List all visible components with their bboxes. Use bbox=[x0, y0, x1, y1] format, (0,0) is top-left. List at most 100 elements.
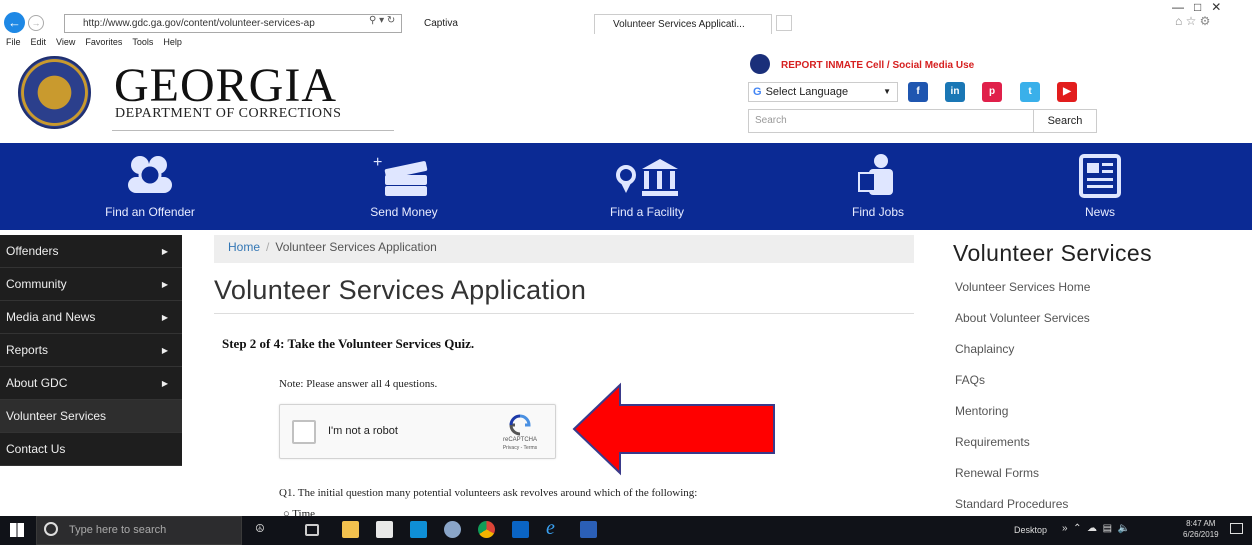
linkedin-icon[interactable]: in bbox=[945, 82, 965, 102]
clock-time: 8:47 AM bbox=[1186, 519, 1216, 528]
nav-label: Find a Facility bbox=[609, 205, 685, 219]
system-tray-icons[interactable]: » ⌃ ☁ ▤ 🔈 bbox=[1062, 523, 1130, 534]
address-search-icon[interactable]: ⚲ ▾ ↻ bbox=[369, 15, 395, 26]
outlook-icon[interactable] bbox=[512, 521, 529, 538]
captcha-checkbox[interactable] bbox=[292, 420, 316, 444]
twitter-icon[interactable]: t bbox=[1020, 82, 1040, 102]
right-link-chaplaincy[interactable]: Chaplaincy bbox=[955, 342, 1014, 356]
right-link-renewal[interactable]: Renewal Forms bbox=[955, 466, 1039, 480]
money-icon: + bbox=[373, 154, 428, 196]
menu-favorites[interactable]: Favorites bbox=[85, 37, 122, 47]
sidebar-item-community[interactable]: Community ▶ bbox=[0, 268, 182, 301]
breadcrumb-home[interactable]: Home bbox=[228, 240, 260, 254]
word-icon[interactable] bbox=[580, 521, 597, 538]
captcha-label: I'm not a robot bbox=[328, 425, 398, 437]
right-link-home[interactable]: Volunteer Services Home bbox=[955, 280, 1090, 294]
notification-icon[interactable] bbox=[1230, 523, 1243, 534]
right-link-mentoring[interactable]: Mentoring bbox=[955, 404, 1008, 418]
nav-send-money[interactable]: + Send Money bbox=[314, 143, 494, 230]
people-search-icon bbox=[128, 156, 172, 193]
menu-help[interactable]: Help bbox=[163, 37, 182, 47]
right-link-procedures[interactable]: Standard Procedures bbox=[955, 497, 1068, 511]
sidebar-label: Offenders bbox=[6, 244, 59, 258]
breadcrumb: Home / Volunteer Services Application bbox=[214, 235, 914, 263]
sidebar-item-about[interactable]: About GDC ▶ bbox=[0, 367, 182, 400]
tab-captiva[interactable]: Captiva bbox=[406, 14, 576, 34]
sidebar-item-contact[interactable]: Contact Us bbox=[0, 433, 182, 466]
caret-right-icon: ▶ bbox=[161, 280, 168, 289]
clock[interactable]: 8:47 AM 6/26/2019 bbox=[1183, 518, 1219, 540]
report-inmate-link[interactable]: REPORT INMATE Cell / Social Media Use bbox=[781, 58, 974, 74]
report-icon bbox=[750, 54, 770, 74]
language-label: Select Language bbox=[765, 86, 849, 98]
caret-right-icon: ▶ bbox=[161, 379, 168, 388]
pinterest-icon[interactable]: p bbox=[982, 82, 1002, 102]
microphone-icon[interactable]: ☮ bbox=[255, 522, 265, 535]
right-link-about[interactable]: About Volunteer Services bbox=[955, 311, 1090, 325]
facility-icon bbox=[616, 159, 678, 196]
sidebar-label: Volunteer Services bbox=[6, 409, 107, 423]
right-link-requirements[interactable]: Requirements bbox=[955, 435, 1030, 449]
nav-find-offender[interactable]: Find an Offender bbox=[60, 143, 240, 230]
windows-start-icon[interactable] bbox=[10, 523, 24, 537]
sidebar-item-offenders[interactable]: Offenders ▶ bbox=[0, 235, 182, 268]
menu-view[interactable]: View bbox=[56, 37, 75, 47]
store-icon[interactable] bbox=[376, 521, 393, 538]
search-input[interactable]: Search bbox=[748, 109, 1033, 133]
back-icon[interactable]: ← bbox=[4, 12, 25, 33]
nav-find-facility[interactable]: Find a Facility bbox=[557, 143, 737, 230]
site-title[interactable]: GEORGIA bbox=[114, 62, 337, 110]
nav-label: Find Jobs bbox=[851, 205, 905, 219]
sidebar-item-volunteer[interactable]: Volunteer Services bbox=[0, 400, 182, 433]
sidebar-label: Community bbox=[6, 277, 67, 291]
caret-right-icon: ▶ bbox=[161, 346, 168, 355]
right-link-faqs[interactable]: FAQs bbox=[955, 373, 985, 387]
taskbar-search[interactable]: Type here to search bbox=[36, 516, 242, 545]
nav-label: News bbox=[1084, 205, 1115, 219]
sidebar-item-media[interactable]: Media and News ▶ bbox=[0, 301, 182, 334]
gdc-seal-logo[interactable] bbox=[18, 56, 91, 129]
tab-volunteer[interactable]: Volunteer Services Applicati... bbox=[594, 14, 772, 34]
captcha-brand: reCAPTCHA bbox=[502, 437, 537, 443]
home-star-gear-icon[interactable]: ⌂ ☆ ⚙ bbox=[1175, 14, 1210, 28]
nav-label: Send Money bbox=[370, 205, 438, 219]
language-select[interactable]: G Select Language ▼ bbox=[748, 82, 898, 102]
question-1: Q1. The initial question many potential … bbox=[279, 487, 698, 499]
sidebar-item-reports[interactable]: Reports ▶ bbox=[0, 334, 182, 367]
desktop-toolbar[interactable]: Desktop bbox=[1014, 525, 1047, 535]
paint-icon[interactable] bbox=[444, 521, 461, 538]
sidebar-label: Reports bbox=[6, 343, 49, 357]
new-tab-icon[interactable] bbox=[776, 15, 792, 31]
step-heading: Step 2 of 4: Take the Volunteer Services… bbox=[222, 336, 475, 351]
recaptcha-widget: I'm not a robot reCAPTCHA Privacy - Term… bbox=[279, 404, 556, 459]
file-explorer-icon[interactable] bbox=[342, 521, 359, 538]
nav-news[interactable]: News bbox=[1010, 143, 1190, 230]
clock-date: 6/26/2019 bbox=[1183, 530, 1219, 539]
caret-right-icon: ▶ bbox=[161, 313, 168, 322]
window-controls[interactable]: — □ ✕ bbox=[1172, 0, 1221, 14]
menu-edit[interactable]: Edit bbox=[31, 37, 47, 47]
svg-text:+: + bbox=[373, 154, 382, 171]
task-view-icon[interactable] bbox=[305, 524, 319, 536]
cortana-icon bbox=[44, 522, 58, 536]
app-icon[interactable] bbox=[410, 521, 427, 538]
nav-find-jobs[interactable]: Find Jobs bbox=[788, 143, 968, 230]
search-button[interactable]: Search bbox=[1033, 109, 1097, 133]
nav-label: Find an Offender bbox=[105, 205, 195, 219]
facebook-icon[interactable]: f bbox=[908, 82, 928, 102]
ie-icon[interactable]: e bbox=[546, 517, 555, 540]
breadcrumb-separator: / bbox=[266, 240, 270, 254]
header-divider bbox=[112, 130, 394, 131]
menu-file[interactable]: File bbox=[6, 37, 21, 47]
jobs-icon bbox=[858, 154, 893, 195]
breadcrumb-current: Volunteer Services Application bbox=[275, 240, 437, 254]
forward-icon[interactable]: → bbox=[28, 15, 44, 31]
chrome-icon[interactable] bbox=[478, 521, 495, 538]
recaptcha-icon bbox=[509, 414, 531, 436]
captcha-terms-link[interactable]: Privacy - Terms bbox=[492, 445, 548, 451]
right-sidebar-title: Volunteer Services bbox=[953, 240, 1152, 266]
menu-tools[interactable]: Tools bbox=[132, 37, 153, 47]
youtube-icon[interactable]: ▶ bbox=[1057, 82, 1077, 102]
red-arrow-annotation bbox=[572, 382, 775, 476]
address-bar[interactable]: http://www.gdc.ga.gov/content/volunteer-… bbox=[64, 14, 402, 33]
